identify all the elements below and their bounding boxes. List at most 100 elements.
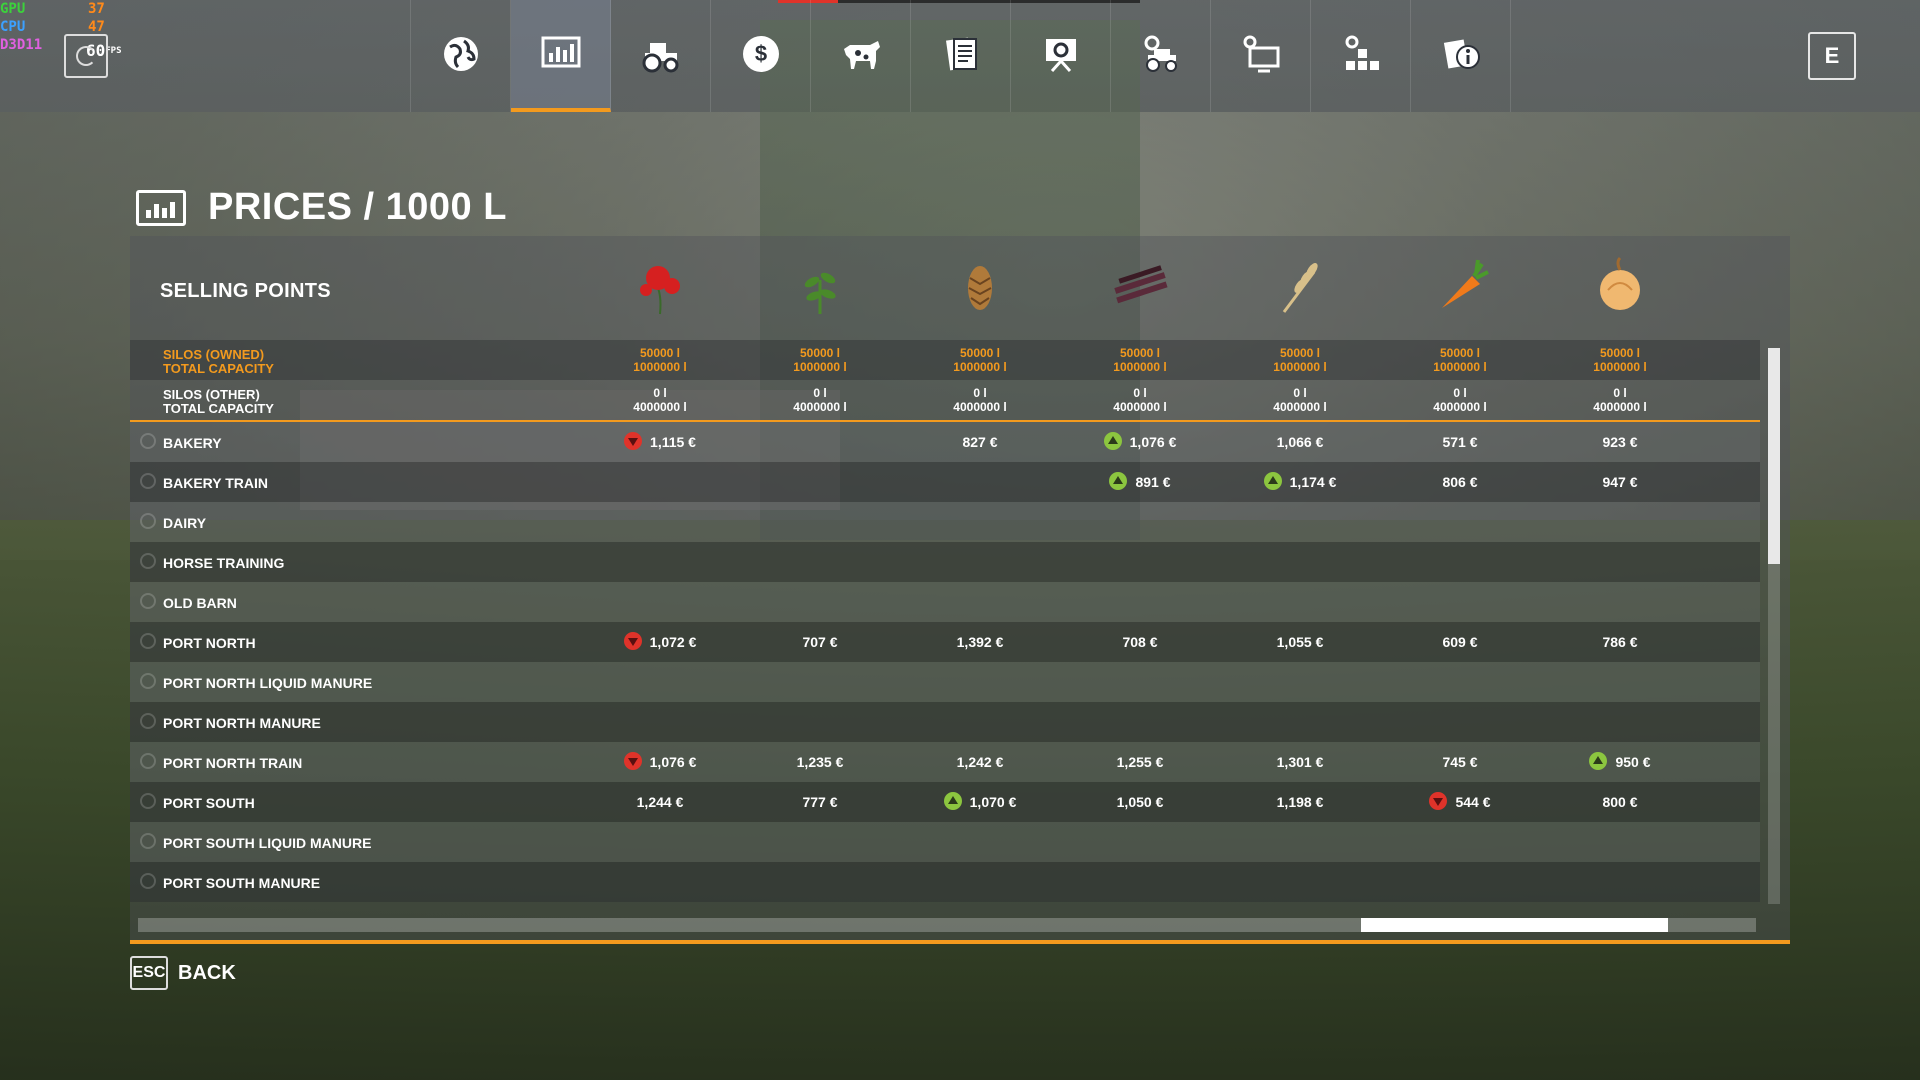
hotspot-icon[interactable] [140,633,156,649]
selling-point-row[interactable]: BAKERY TRAIN 891 € 1,174 € 806 € 947 € [130,462,1760,502]
silos-owned-label: SILOS (OWNED) TOTAL CAPACITY [163,347,274,376]
silo-fill: 50000 l [1439,346,1481,360]
globe-icon [440,33,482,80]
silo-fill: 50000 l [1119,346,1161,360]
silo-capacity: 4000000 l [1113,400,1167,414]
hotspot-icon[interactable] [140,713,156,729]
selling-point-row[interactable]: PORT NORTH TRAIN 1,076 € 1,235 € 1,242 € 1,2… [130,742,1760,782]
hotspot-icon[interactable] [140,473,156,489]
silo-capacity: 4000000 l [793,400,847,414]
price-cell: 1,076 € [595,752,725,772]
price-value: 1,242 € [956,754,1004,770]
silo-cell: 0 l 4000000 l [755,386,885,414]
onion-icon [1590,256,1650,316]
silo-capacity: 1000000 l [1433,360,1487,374]
selling-point-row[interactable]: OLD BARN [130,582,1760,622]
price-value: 707 € [802,634,838,650]
price-cell: 1,301 € [1235,754,1365,770]
selling-point-row[interactable]: PORT SOUTH 1,244 € 777 € 1,070 € 1,050 € 1,19… [130,782,1760,822]
selling-point-row[interactable]: PORT NORTH 1,072 € 707 € 1,392 € 708 € 1,055 … [130,622,1760,662]
blocks-gear-icon [1340,33,1382,80]
price-cell: 1,072 € [595,632,725,652]
hotspot-icon[interactable] [140,673,156,689]
price-value: 1,070 € [969,794,1017,810]
price-cell: 786 € [1555,634,1685,650]
selling-point-name: HORSE TRAINING [163,555,285,571]
price-cell: 800 € [1555,794,1685,810]
price-value: 1,174 € [1289,474,1337,490]
tab-map[interactable] [411,0,511,112]
selling-point-row[interactable]: PORT NORTH MANURE [130,702,1760,742]
previous-page-icon[interactable] [64,34,108,78]
trend-down-icon [624,432,643,451]
price-value: 1,198 € [1276,794,1324,810]
silo-cell: 0 l 4000000 l [595,386,725,414]
silo-capacity: 1000000 l [953,360,1007,374]
trend-up-icon [1109,472,1128,491]
price-value: 1,235 € [796,754,844,770]
hotspot-icon[interactable] [140,753,156,769]
selling-points-header: SELLING POINTS [160,280,331,302]
silo-capacity: 4000000 l [1433,400,1487,414]
tab-general-settings[interactable] [1211,0,1311,112]
horizontal-scrollbar[interactable] [138,918,1756,932]
tab-contracts[interactable] [911,0,1011,112]
hotspot-icon[interactable] [140,793,156,809]
trend-down-icon [1429,792,1448,811]
vertical-scrollbar[interactable] [1768,348,1780,904]
tab-vehicles[interactable] [611,0,711,112]
tab-garage[interactable] [1111,0,1211,112]
selling-point-row[interactable]: PORT SOUTH MANURE [130,862,1760,902]
selling-point-row[interactable]: HORSE TRAINING [130,542,1760,582]
svg-text:$: $ [754,41,766,66]
silo-capacity: 1000000 l [633,360,687,374]
silos-other-label: SILOS (OTHER) TOTAL CAPACITY [163,387,274,416]
silo-capacity: 4000000 l [1273,400,1327,414]
price-cell: 1,392 € [915,634,1045,650]
silo-fill: 0 l [653,386,667,400]
selling-point-row[interactable]: PORT NORTH LIQUID MANURE [130,662,1760,702]
hotspot-icon[interactable] [140,513,156,529]
next-page-key[interactable]: E [1808,32,1856,80]
silo-capacity: 4000000 l [1593,400,1647,414]
silo-cell: 50000 l 1000000 l [1075,346,1205,374]
hotspot-icon[interactable] [140,833,156,849]
vertical-scroll-thumb[interactable] [1768,348,1780,564]
price-cell: 708 € [1075,634,1205,650]
tab-animals[interactable] [811,0,911,112]
hotspot-icon[interactable] [140,553,156,569]
back-label: BACK [178,961,236,984]
price-cell: 1,174 € [1235,472,1365,492]
hotspot-icon[interactable] [140,433,156,449]
tab-help[interactable] [1411,0,1511,112]
selling-point-name: PORT NORTH LIQUID MANURE [163,675,373,691]
tab-prices[interactable] [511,0,611,112]
hotspot-icon[interactable] [140,873,156,889]
price-value: 923 € [1602,434,1638,450]
selling-point-row[interactable]: BAKERY 1,115 € 827 € 1,076 € 1,066 € 571 € 923… [130,422,1760,462]
price-cell: 707 € [755,634,885,650]
price-value: 609 € [1442,634,1478,650]
price-value: 777 € [802,794,838,810]
silo-fill: 0 l [973,386,987,400]
dollar-icon: $ [740,33,782,80]
cow-icon [840,33,882,80]
prices-table: SILOS (OWNED) TOTAL CAPACITY 50000 l 10000… [130,340,1760,902]
selling-point-name: BAKERY TRAIN [163,475,269,491]
tractor-gear-icon [1140,33,1182,80]
price-cell: 571 € [1395,434,1525,450]
selling-point-row[interactable]: DAIRY [130,502,1760,542]
selling-point-row[interactable]: PORT SOUTH LIQUID MANURE [130,822,1760,862]
tab-statistics[interactable] [1011,0,1111,112]
silo-cell: 0 l 4000000 l [1075,386,1205,414]
hotspot-icon[interactable] [140,593,156,609]
back-button[interactable]: ESC BACK [130,956,236,990]
price-cell: 609 € [1395,634,1525,650]
price-value: 1,244 € [636,794,684,810]
horizontal-scroll-thumb[interactable] [1361,918,1668,932]
silo-cell: 0 l 4000000 l [1555,386,1685,414]
tab-finances[interactable]: $ [711,0,811,112]
price-cell: 1,115 € [595,432,725,452]
tab-game-settings[interactable] [1311,0,1411,112]
selling-point-name: PORT SOUTH MANURE [163,875,321,891]
